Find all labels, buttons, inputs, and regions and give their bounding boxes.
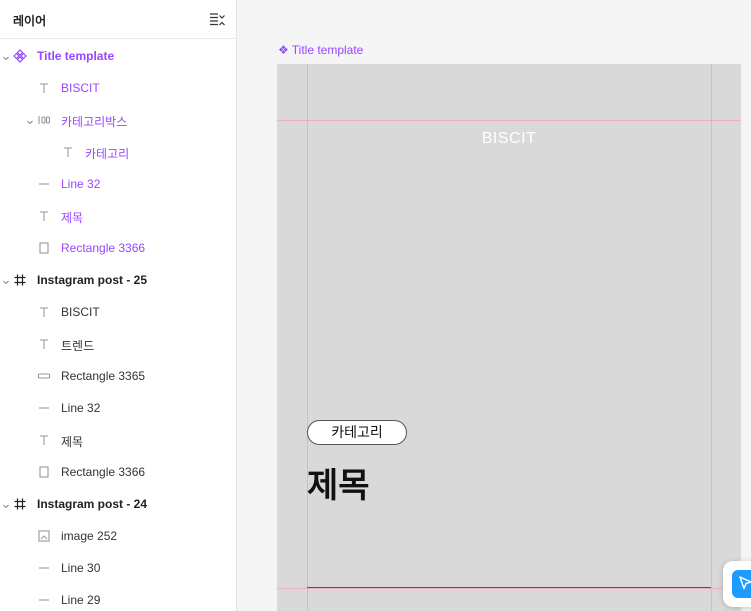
component-icon: [13, 49, 27, 63]
chevron-down-icon[interactable]: [2, 499, 10, 509]
layer-label: Instagram post - 25: [37, 273, 148, 287]
layer-label: Line 29: [61, 593, 101, 607]
layer-row[interactable]: BISCIT: [0, 298, 236, 326]
layer-label: 트렌드: [61, 339, 95, 353]
chevron-down-icon[interactable]: [2, 275, 10, 285]
line-icon: [37, 593, 51, 607]
layer-label: Line 32: [61, 177, 101, 191]
layer-label: image 252: [61, 529, 118, 543]
text-icon: [37, 433, 51, 447]
layer-row[interactable]: Line 32: [0, 394, 236, 422]
rectangle-icon: [37, 241, 51, 255]
layer-label: 제목: [61, 435, 84, 449]
frame-icon: [13, 497, 27, 511]
component-icon: ❖: [278, 43, 289, 57]
layer-row[interactable]: Title template: [0, 42, 236, 70]
category-box[interactable]: 카테고리: [307, 420, 407, 445]
title-template-artboard[interactable]: BISCIT 카테고리 제목: [277, 64, 741, 611]
layers-panel: 레이어 Title template BISCIT 카테고리박스카테고리 Line 3…: [0, 0, 237, 611]
category-text[interactable]: 카테고리: [331, 424, 383, 440]
collapse-layers-icon[interactable]: [207, 10, 225, 28]
text-icon: [37, 81, 51, 95]
layout-guide-top: [277, 120, 741, 121]
layer-label: 카테고리: [85, 147, 130, 161]
brand-text[interactable]: BISCIT: [277, 130, 741, 148]
pointer-cursor-icon: [732, 570, 751, 598]
layer-row[interactable]: 제목: [0, 426, 236, 454]
image-icon: [37, 529, 51, 543]
layer-label: Rectangle 3365: [61, 369, 146, 383]
layout-guide-bottom: [277, 588, 741, 589]
line-icon: [37, 177, 51, 191]
layer-label: Instagram post - 24: [37, 497, 148, 511]
layers-panel-header: 레이어: [0, 0, 236, 39]
line-32[interactable]: [307, 587, 711, 588]
layer-row[interactable]: Instagram post - 24: [0, 490, 236, 518]
layer-label: Line 32: [61, 401, 101, 415]
text-icon: [61, 145, 75, 159]
layer-label: Rectangle 3366: [61, 465, 146, 479]
layer-label: Line 30: [61, 561, 101, 575]
layer-label: BISCIT: [61, 305, 100, 319]
layer-label: BISCIT: [61, 81, 100, 95]
layer-label: 제목: [61, 211, 84, 225]
layer-row[interactable]: image 252: [0, 522, 236, 550]
layer-row[interactable]: Line 30: [0, 554, 236, 582]
layer-row[interactable]: Instagram post - 25: [0, 266, 236, 294]
frame-icon: [13, 273, 27, 287]
layer-row[interactable]: 카테고리박스: [0, 106, 236, 134]
layer-row[interactable]: Rectangle 3365: [0, 362, 236, 390]
chevron-down-icon[interactable]: [26, 115, 34, 125]
layer-label: 카테고리박스: [61, 115, 128, 129]
pill-rectangle-icon: [37, 369, 51, 383]
text-icon: [37, 305, 51, 319]
layer-row[interactable]: Rectangle 3366: [0, 234, 236, 262]
layers-panel-title: 레이어: [13, 14, 47, 28]
layer-row[interactable]: 트렌드: [0, 330, 236, 358]
layer-row[interactable]: Line 29: [0, 586, 236, 611]
chevron-down-icon[interactable]: [2, 51, 10, 61]
text-icon: [37, 337, 51, 351]
layer-label: Rectangle 3366: [61, 241, 146, 255]
layer-row[interactable]: Line 32: [0, 170, 236, 198]
text-icon: [37, 209, 51, 223]
title-text[interactable]: 제목: [307, 458, 370, 507]
floating-action-button[interactable]: [723, 561, 751, 607]
layer-row[interactable]: 제목: [0, 202, 236, 230]
frame-label-text: Title template: [291, 43, 364, 57]
frame-label-title-template[interactable]: ❖ Title template: [278, 43, 363, 57]
layer-row[interactable]: 카테고리: [0, 138, 236, 166]
line-icon: [37, 561, 51, 575]
layer-row[interactable]: BISCIT: [0, 74, 236, 102]
line-icon: [37, 401, 51, 415]
layer-row[interactable]: Rectangle 3366: [0, 458, 236, 486]
layer-label: Title template: [37, 49, 115, 63]
rectangle-icon: [37, 465, 51, 479]
auto-layout-icon: [37, 113, 51, 127]
